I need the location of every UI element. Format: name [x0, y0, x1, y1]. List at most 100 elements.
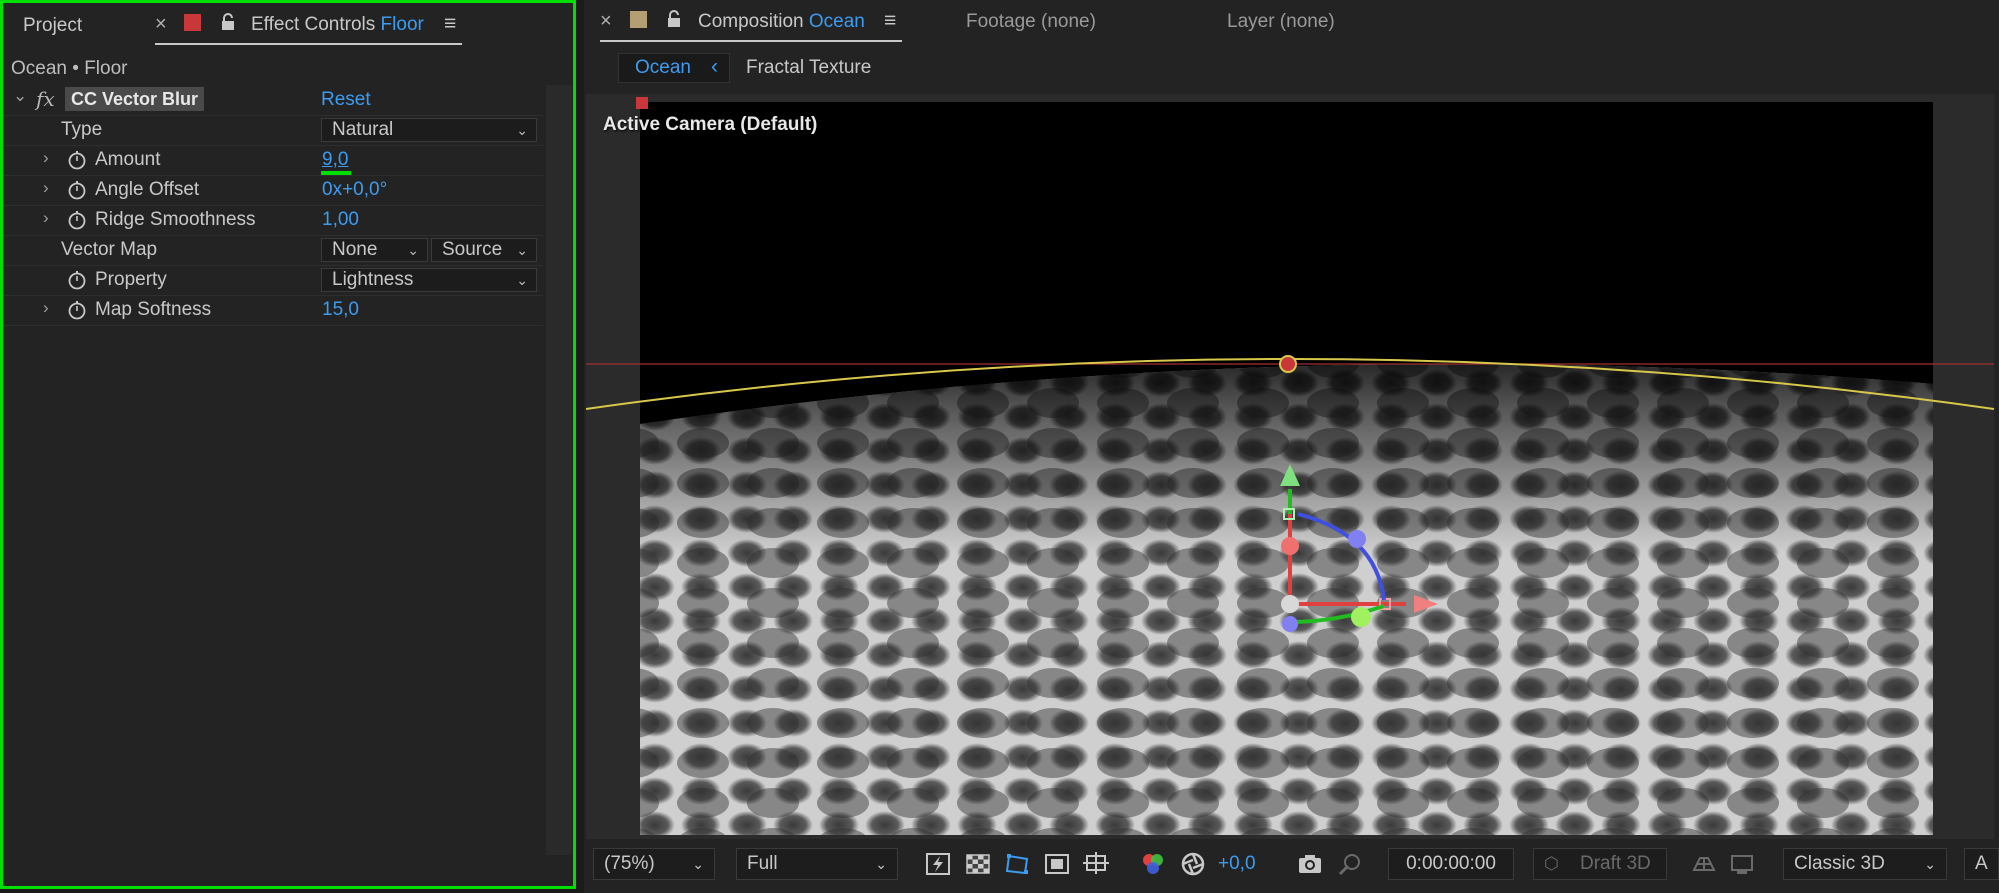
- scrollbar[interactable]: [546, 85, 572, 855]
- draft-3d-toggle[interactable]: ⬡ Draft 3D: [1533, 848, 1667, 880]
- angle-offset-value[interactable]: 0x+0,0°: [322, 179, 387, 201]
- tab-layer[interactable]: Layer (none): [1227, 11, 1335, 33]
- panel-menu-icon[interactable]: ≡: [444, 12, 456, 36]
- chevron-right-icon[interactable]: ›: [43, 208, 49, 228]
- stopwatch-icon[interactable]: [67, 210, 87, 230]
- reset-exposure-icon[interactable]: [1179, 850, 1207, 878]
- stopwatch-icon[interactable]: [67, 150, 87, 170]
- zoom-dropdown[interactable]: (75%) ⌄: [593, 848, 715, 880]
- chevron-right-icon[interactable]: ›: [43, 148, 49, 168]
- chevron-down-icon: ⌄: [516, 122, 528, 138]
- effect-header-row[interactable]: ⌄ fx CC Vector Blur Reset: [3, 85, 543, 116]
- exposure-value[interactable]: +0,0: [1218, 853, 1256, 875]
- lock-icon[interactable]: [220, 13, 236, 31]
- property-dropdown[interactable]: Lightness ⌄: [321, 268, 537, 292]
- timecode-field[interactable]: 0:00:00:00: [1388, 848, 1514, 880]
- tab-composition-label: Composition: [698, 11, 804, 32]
- label-color-swatch: [184, 14, 201, 31]
- fx-toggle[interactable]: fx: [36, 87, 55, 111]
- chevron-down-icon[interactable]: ⌄: [13, 86, 27, 106]
- chevron-down-icon: ⌄: [875, 856, 887, 872]
- param-label: Vector Map: [61, 239, 158, 260]
- fast-preview-icon[interactable]: [924, 850, 952, 878]
- ridge-smoothness-value[interactable]: 1,00: [322, 209, 359, 231]
- param-row-angle-offset: › Angle Offset 0x+0,0°: [3, 175, 543, 206]
- comp-nav-label: Ocean: [635, 57, 691, 78]
- param-label: Ridge Smoothness: [95, 209, 256, 230]
- param-label: Amount: [95, 149, 161, 170]
- timecode-value: 0:00:00:00: [1406, 853, 1496, 874]
- cube-icon: ⬡: [1544, 854, 1559, 873]
- mask-visibility-icon[interactable]: [1003, 850, 1031, 878]
- tab-effect-layer-name: Floor: [380, 14, 424, 35]
- 3d-ground-plane-icon[interactable]: [1690, 850, 1718, 878]
- panel-menu-icon[interactable]: ≡: [884, 9, 896, 33]
- snapshot-camera-icon[interactable]: [1296, 850, 1324, 878]
- renderer-value: Classic 3D: [1794, 853, 1885, 874]
- param-row-amount: › Amount 9,0: [3, 145, 543, 176]
- stopwatch-icon[interactable]: [67, 300, 87, 320]
- type-dropdown[interactable]: Natural ⌄: [321, 118, 537, 142]
- param-row-property: Property Lightness ⌄: [3, 265, 543, 296]
- breadcrumb: Ocean • Floor: [11, 58, 128, 79]
- dropdown-value: Natural: [332, 119, 394, 140]
- dropdown-value: None: [332, 239, 378, 260]
- zoom-value: (75%): [604, 853, 655, 874]
- dropdown-value: Lightness: [332, 269, 414, 290]
- effect-name[interactable]: CC Vector Blur: [65, 87, 205, 111]
- draft-3d-label: Draft 3D: [1580, 853, 1651, 874]
- close-icon[interactable]: ×: [600, 10, 612, 33]
- chevron-down-icon: ⌄: [516, 272, 528, 288]
- transparency-grid-icon[interactable]: [964, 850, 992, 878]
- param-row-vector-map: Vector Map None ⌄ Source ⌄: [3, 235, 543, 266]
- tab-project[interactable]: Project: [23, 15, 82, 37]
- param-row-type: Type Natural ⌄: [3, 115, 543, 146]
- roi-marker: [636, 97, 648, 109]
- active-camera-value: A: [1975, 853, 1988, 874]
- color-channels-icon[interactable]: [1139, 850, 1167, 878]
- comp-nav-tab-fractal[interactable]: Fractal Texture: [746, 57, 871, 79]
- comp-nav-tab-ocean[interactable]: Ocean ‹: [618, 53, 730, 83]
- tab-footage[interactable]: Footage (none): [966, 11, 1096, 33]
- stopwatch-icon[interactable]: [67, 180, 87, 200]
- map-softness-value[interactable]: 15,0: [322, 299, 359, 321]
- resolution-dropdown[interactable]: Full ⌄: [736, 848, 898, 880]
- renderer-dropdown[interactable]: Classic 3D ⌄: [1783, 848, 1947, 880]
- chevron-down-icon: ⌄: [1924, 856, 1936, 872]
- grid-guides-icon[interactable]: [1082, 850, 1110, 878]
- stopwatch-icon[interactable]: [67, 270, 87, 290]
- resolution-value: Full: [747, 853, 778, 874]
- chevron-left-icon: ‹: [711, 55, 718, 78]
- active-camera-label: Active Camera (Default): [603, 114, 818, 135]
- region-of-interest-icon[interactable]: [1043, 850, 1071, 878]
- ocean-scene: [586, 355, 1994, 835]
- tab-effect-controls[interactable]: Effect Controls Floor: [251, 14, 424, 36]
- chevron-right-icon[interactable]: ›: [43, 298, 49, 318]
- lock-icon[interactable]: [666, 10, 682, 28]
- label-color-swatch: [630, 11, 647, 28]
- extended-viewer-icon[interactable]: [1728, 850, 1756, 878]
- param-label: Map Softness: [95, 299, 212, 320]
- effect-controls-panel: Project × Effect Controls Floor ≡ Ocean …: [0, 0, 576, 889]
- chevron-down-icon: ⌄: [407, 242, 419, 258]
- active-camera-dropdown[interactable]: A: [1964, 848, 1999, 880]
- vector-map-source-dropdown[interactable]: Source ⌄: [431, 238, 537, 262]
- vector-map-layer-dropdown[interactable]: None ⌄: [321, 238, 428, 262]
- close-icon[interactable]: ×: [155, 13, 167, 36]
- reset-label: Reset: [321, 89, 371, 110]
- param-label: Angle Offset: [95, 179, 200, 200]
- chevron-down-icon: ⌄: [516, 242, 528, 258]
- param-row-map-softness: › Map Softness 15,0: [3, 295, 543, 326]
- active-tab-underline: [155, 43, 462, 45]
- tab-composition-name: Ocean: [808, 11, 865, 32]
- chevron-right-icon[interactable]: ›: [43, 178, 49, 198]
- reset-link[interactable]: Reset: [321, 89, 371, 111]
- param-label: Property: [95, 269, 167, 290]
- show-snapshot-icon[interactable]: [1336, 850, 1364, 878]
- tab-effect-controls-label: Effect Controls: [251, 14, 376, 35]
- tab-composition[interactable]: Composition Ocean: [698, 11, 865, 33]
- composition-viewer[interactable]: [586, 94, 1994, 839]
- param-row-ridge-smoothness: › Ridge Smoothness 1,00: [3, 205, 543, 236]
- active-tab-underline: [600, 40, 902, 42]
- amount-value[interactable]: 9,0: [322, 149, 348, 171]
